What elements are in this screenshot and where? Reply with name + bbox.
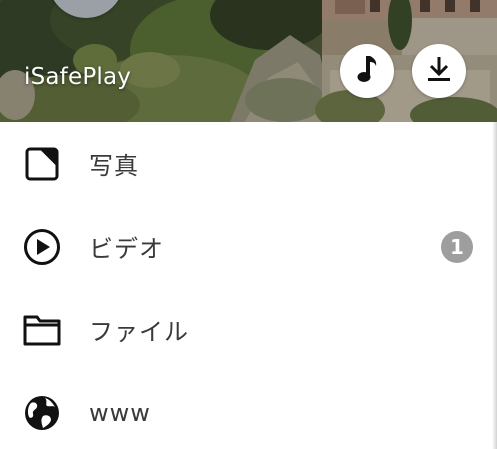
menu-item-label: 写真 bbox=[89, 152, 139, 180]
menu-item-photos[interactable]: 写真 bbox=[0, 122, 492, 205]
globe-icon bbox=[22, 393, 62, 433]
drawer-header: iSafePlay bbox=[0, 0, 497, 122]
folder-icon bbox=[22, 310, 62, 350]
menu-item-files[interactable]: ファイル bbox=[0, 288, 492, 371]
menu-item-label: ファイル bbox=[89, 318, 189, 346]
menu-item-label: ビデオ bbox=[89, 235, 164, 263]
menu-item-label: www bbox=[89, 398, 151, 427]
music-button[interactable] bbox=[340, 44, 394, 98]
photo-icon bbox=[22, 144, 62, 184]
music-note-icon bbox=[354, 54, 380, 88]
menu-item-www[interactable]: www bbox=[0, 371, 492, 449]
notification-badge: 1 bbox=[441, 230, 473, 263]
play-circle-icon bbox=[22, 227, 62, 267]
drawer-menu: 写真 ビデオ 1 ファイル www bbox=[0, 122, 492, 449]
menu-item-videos[interactable]: ビデオ 1 bbox=[0, 205, 492, 288]
download-icon bbox=[425, 55, 453, 87]
app-title: iSafePlay bbox=[24, 64, 132, 90]
side-menu-drawer: iSafePlay 写真 ビデオ 1 ファイル www bbox=[0, 0, 497, 449]
download-button[interactable] bbox=[412, 44, 466, 98]
drawer-edge-shadow bbox=[492, 122, 497, 449]
